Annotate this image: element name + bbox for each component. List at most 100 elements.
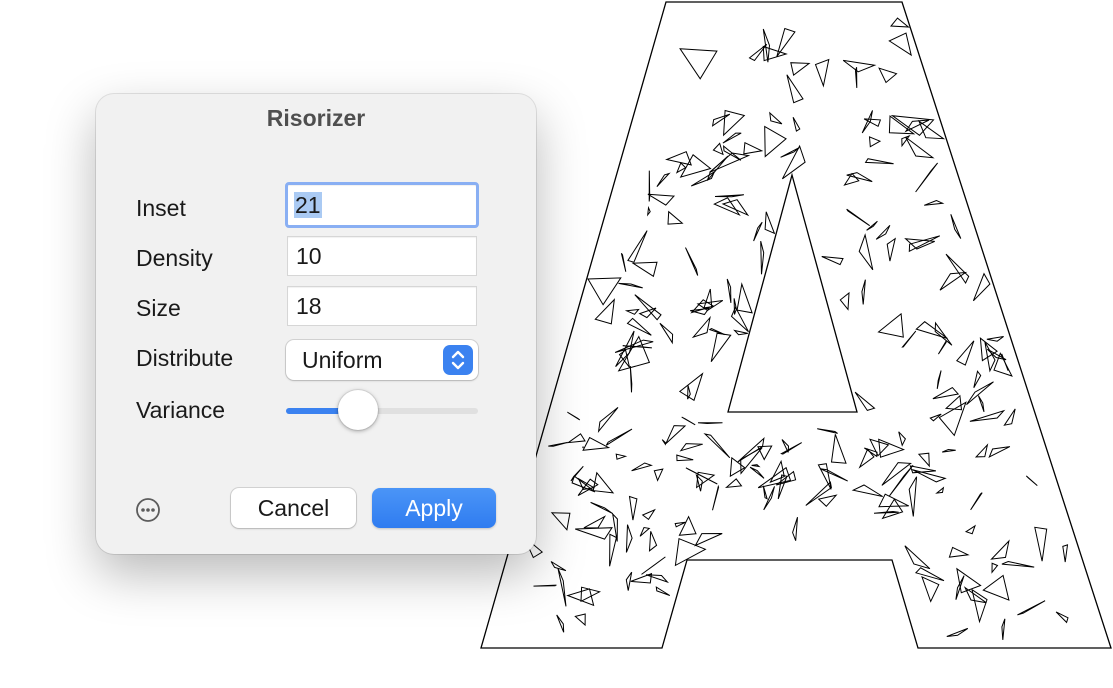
fragment-triangle [914,567,945,582]
fragment-triangle [858,233,874,271]
fragment-triangle [921,575,940,603]
fragment-triangle [817,463,832,490]
fragment-triangle [792,116,801,132]
fragment-triangle [659,322,674,345]
fragment-triangle [915,321,948,339]
fragment-triangle [626,317,652,336]
fragment-triangle [977,395,985,413]
variance-slider-knob[interactable] [337,390,378,430]
fragment-triangle [629,365,633,393]
fragment-triangle [762,485,768,500]
fragment-triangle [587,277,622,306]
cancel-button[interactable]: Cancel [231,488,356,528]
fragment-triangle [687,385,691,400]
fragment-triangle [710,332,732,362]
size-field[interactable]: 18 [287,286,477,326]
fragment-triangle [908,476,918,517]
fragment-triangle [1055,611,1069,624]
fragment-triangle [729,456,746,478]
fragment-triangle [935,486,945,494]
fragment-triangle [817,494,838,508]
fragment-triangle [901,330,917,348]
fragment-triangle [988,446,1011,459]
fragment-triangle [556,614,565,633]
fragment-triangle [1001,560,1035,568]
fragment-triangle [986,336,1004,342]
apply-button[interactable]: Apply [372,488,496,528]
fragment-triangle [590,501,613,515]
fragment-triangle [878,67,898,84]
fragment-triangle [679,154,712,178]
fragment-triangle [592,471,615,494]
fragment-triangle [574,613,586,627]
fragment-triangle [875,224,891,240]
fragment-triangle [817,428,838,434]
fragment-triangle [676,454,694,462]
fragment-triangle [656,172,671,187]
fragment-triangle [942,448,956,453]
fragment-triangle [956,340,975,366]
fragment-triangle [973,370,982,388]
fragment-triangle [881,498,904,520]
fragment-triangle [681,416,696,426]
fragment-triangle [685,247,699,276]
fragment-triangle [624,308,640,315]
fragment-triangle [605,428,633,446]
size-value: 18 [296,293,322,319]
fragment-triangle [653,468,664,482]
fragment-triangle [618,282,643,289]
fragment-triangle [1001,618,1006,640]
fragment-triangle [982,574,1010,601]
fragment-triangle [821,256,844,266]
fragment-triangle [861,110,873,134]
fragment-triangle [888,32,912,57]
fragment-triangle [858,448,875,469]
fragment-triangle [533,584,557,587]
fragment-triangle [575,527,613,540]
fragment-triangle [625,524,633,553]
fragment-triangle [548,441,568,447]
fragment-triangle [786,74,804,104]
fragment-triangle [964,524,976,535]
fragment-triangle [703,433,731,459]
fragment-triangle [631,462,653,472]
fragment-triangle [712,484,720,511]
fragment-triangle [733,298,737,315]
density-value: 10 [296,243,322,269]
ellipsis-circle-icon[interactable] [135,497,161,523]
fragment-triangle [711,113,731,127]
fragment-triangle [830,434,847,464]
fragment-triangle [620,253,627,272]
fragment-triangle [679,48,718,80]
fragment-triangle [647,193,676,206]
fragment-triangle [582,445,584,449]
fragment-triangle [917,119,946,140]
fragment-triangle [641,508,656,521]
fragment-triangle [709,152,751,173]
fragment-triangle [937,340,947,355]
fragment-triangle [691,315,711,339]
fragment-triangle [820,468,848,482]
fragment-triangle [618,349,630,368]
fragment-triangle [679,443,703,452]
fragment-triangle [861,279,866,305]
fragment-triangle [839,291,850,311]
inset-label: Inset [136,195,186,221]
fragment-triangle [854,67,858,88]
inset-value: 21 [294,192,322,218]
fragment-triangle [904,545,931,570]
fragment-triangle [792,517,798,541]
fragment-triangle [890,115,935,136]
fragment-triangle [764,125,787,158]
fragment-triangle [769,111,783,125]
risorizer-dialog: Risorizer Inset 21 Density 10 Size 18 Di… [96,94,536,554]
fragment-triangle [905,136,935,159]
inset-field[interactable]: 21 [285,182,479,228]
distribute-popup[interactable]: Uniform [286,340,478,380]
fragment-triangle [722,132,742,144]
fragment-triangle [1025,475,1038,486]
density-field[interactable]: 10 [287,236,477,276]
fragment-triangle [932,386,960,400]
fragment-triangle [582,436,611,451]
fragment-triangle [790,62,811,76]
